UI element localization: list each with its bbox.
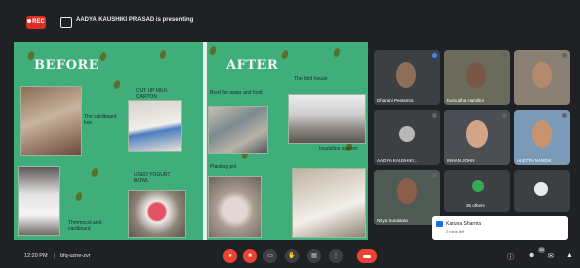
participant-video bbox=[397, 178, 417, 204]
leaf-decoration bbox=[280, 49, 290, 60]
others-count: 35 others bbox=[466, 203, 485, 208]
participant-name: Dharani Peetamra bbox=[377, 98, 414, 103]
speaking-indicator-icon bbox=[432, 53, 437, 58]
mic-off-icon bbox=[502, 113, 507, 118]
people-icon[interactable]: ☻ bbox=[528, 252, 535, 259]
label-milk-carton: CUT UP MILK CARTON bbox=[136, 88, 168, 100]
leaf-decoration bbox=[158, 49, 168, 60]
photo-planting-pot bbox=[208, 176, 262, 238]
presenter-banner: AADYA KAUSHIKI PRASAD is presenting bbox=[76, 17, 194, 23]
participant-tile[interactable]: INHAN JOHN bbox=[444, 110, 510, 165]
leaf-decoration bbox=[332, 47, 342, 58]
activities-icon[interactable]: ▲ bbox=[566, 252, 573, 259]
participant-tile[interactable] bbox=[514, 170, 570, 212]
label-thermocol: Thermocol and cardboard bbox=[68, 220, 102, 232]
slide-divider bbox=[203, 42, 207, 240]
raise-hand-button[interactable]: ✋ bbox=[285, 249, 299, 263]
avatar bbox=[534, 182, 548, 196]
participant-video bbox=[466, 62, 486, 88]
after-title: AFTER bbox=[226, 58, 279, 73]
label-planting-pot: Planting pot bbox=[210, 164, 237, 170]
leaf-decoration bbox=[90, 167, 100, 178]
photo-bird-house bbox=[288, 94, 366, 144]
captions-button[interactable]: ▭ bbox=[263, 249, 277, 263]
notification-sender: Karuna Sharma bbox=[446, 221, 482, 227]
top-bar: REC AADYA KAUSHIKI PRASAD is presenting bbox=[0, 0, 580, 40]
photo-yogurt-bowl bbox=[128, 190, 186, 238]
participant-name: AADYA KAUSHIKI... bbox=[377, 158, 418, 163]
participant-tile[interactable] bbox=[514, 50, 570, 105]
label-bowl-water-food: Bowl for water and food bbox=[210, 90, 263, 96]
mic-toggle-button[interactable]: ● bbox=[223, 249, 237, 263]
participant-video bbox=[466, 120, 488, 148]
more-options-button[interactable]: ⋮ bbox=[329, 249, 343, 263]
participant-video bbox=[396, 62, 416, 88]
leaf-decoration bbox=[98, 51, 108, 62]
participant-tile[interactable]: ALETTA NANDIK bbox=[514, 110, 570, 165]
meeting-clock: 12:20 PM bbox=[24, 253, 48, 259]
mic-off-icon bbox=[432, 113, 437, 118]
participant-name: Kumudha Hamiltor bbox=[447, 98, 485, 103]
photo-insulation-system bbox=[292, 168, 366, 238]
participant-video bbox=[532, 62, 552, 88]
label-cardboard-box: The cardboard box bbox=[84, 114, 117, 126]
photo-bowl-water-food bbox=[208, 106, 268, 154]
label-insulation-system: Insulation system bbox=[319, 146, 358, 152]
mic-off-icon bbox=[562, 113, 567, 118]
bottom-control-bar: 12:20 PM | bfq-uzne-zvr ● ■ ▭ ✋ ▤ ⋮ ⓘ ☻ … bbox=[0, 244, 580, 268]
participant-name: INHAN JOHN bbox=[447, 158, 475, 163]
participant-count-badge: 38 bbox=[538, 247, 545, 253]
present-now-button[interactable]: ▤ bbox=[307, 249, 321, 263]
chat-icon bbox=[436, 221, 443, 227]
participant-name: ALETTA NANDIK bbox=[517, 158, 552, 163]
leaf-decoration bbox=[112, 79, 122, 90]
chat-notification[interactable]: Karuna Sharma 2 mins left bbox=[432, 216, 568, 240]
participant-tile[interactable]: Dharani Peetamra bbox=[374, 50, 440, 105]
photo-cardboard-box bbox=[20, 86, 82, 156]
end-call-button[interactable] bbox=[357, 249, 377, 263]
separator: | bbox=[54, 253, 56, 259]
participant-name: Nitya Sundaran bbox=[377, 218, 409, 223]
mic-off-icon bbox=[502, 53, 507, 58]
shared-screen-slide: BEFORE AFTER The cardboard box CUT UP MI… bbox=[14, 42, 368, 240]
rec-label: REC bbox=[32, 19, 45, 25]
avatar bbox=[472, 180, 484, 192]
photo-thermocol bbox=[18, 166, 60, 236]
recording-badge: REC bbox=[26, 16, 46, 29]
notification-time: 2 mins left bbox=[446, 229, 465, 234]
participant-tile[interactable]: AADYA KAUSHIKI... bbox=[374, 110, 440, 165]
label-bird-house: The bird house bbox=[294, 76, 328, 82]
present-screen-icon bbox=[60, 17, 72, 28]
label-yogurt-bowl: USED YOGURT BOWL bbox=[134, 172, 171, 184]
before-title: BEFORE bbox=[34, 58, 100, 73]
participant-video bbox=[532, 120, 552, 148]
avatar bbox=[399, 126, 415, 142]
participant-tile[interactable]: Kumudha Hamiltor bbox=[444, 50, 510, 105]
mic-off-icon bbox=[562, 53, 567, 58]
chat-icon[interactable]: ✉ bbox=[548, 252, 554, 260]
participant-tile[interactable]: Nitya Sundaran bbox=[374, 170, 440, 225]
record-dot-icon bbox=[27, 19, 32, 24]
leaf-decoration bbox=[208, 45, 218, 56]
leaf-decoration bbox=[74, 191, 84, 202]
mic-off-icon bbox=[432, 173, 437, 178]
photo-milk-carton bbox=[128, 100, 182, 152]
meeting-code: bfq-uzne-zvr bbox=[60, 253, 91, 259]
info-icon[interactable]: ⓘ bbox=[507, 252, 514, 262]
others-tile[interactable]: 35 others bbox=[444, 170, 510, 212]
camera-toggle-button[interactable]: ■ bbox=[243, 249, 257, 263]
